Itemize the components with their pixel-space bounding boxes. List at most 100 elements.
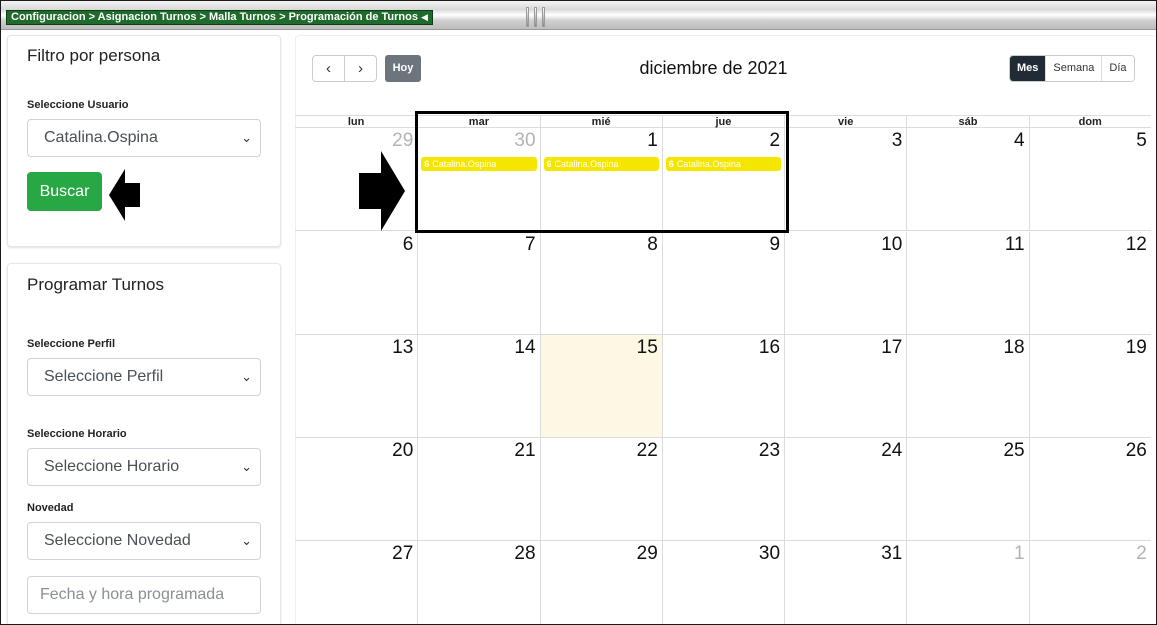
- day-number: 29: [392, 130, 414, 151]
- day-cell[interactable]: 28: [417, 541, 539, 624]
- day-cell[interactable]: 19: [1028, 335, 1151, 438]
- novelty-select-value: Seleccione Novedad: [44, 532, 191, 549]
- profile-select-value: Seleccione Perfil: [44, 368, 164, 385]
- day-cell-today[interactable]: 15: [539, 335, 662, 438]
- day-number: 8: [647, 234, 658, 255]
- top-bar: Configuracion > Asignacion Turnos > Mall…: [1, 1, 1156, 30]
- day-number: 30: [758, 543, 781, 564]
- datetime-input[interactable]: Fecha y hora programada: [27, 576, 261, 614]
- profile-label: Seleccione Perfil: [27, 338, 116, 350]
- chevron-down-icon: ⌄: [241, 130, 252, 145]
- day-cell[interactable]: 26: [1028, 438, 1151, 541]
- view-day-button[interactable]: Día: [1101, 56, 1134, 81]
- day-cell[interactable]: 4: [906, 128, 1029, 231]
- profile-select[interactable]: Seleccione Perfil ⌄: [27, 358, 261, 396]
- day-cell[interactable]: 2: [1028, 541, 1151, 624]
- day-cell[interactable]: 5: [1028, 128, 1151, 231]
- day-number: 28: [514, 543, 536, 564]
- day-number: 24: [881, 440, 903, 461]
- today-button[interactable]: Hoy: [385, 55, 421, 82]
- day-number: 1: [1014, 543, 1025, 564]
- day-number: 15: [636, 337, 658, 358]
- day-cell[interactable]: 20: [295, 438, 418, 541]
- day-number: 16: [758, 337, 781, 358]
- day-cell[interactable]: 31: [784, 541, 906, 624]
- calendar-nav-group: ‹ ›: [312, 55, 377, 82]
- day-cell[interactable]: 30: [661, 541, 784, 624]
- day-cell[interactable]: 7: [417, 232, 540, 335]
- day-cell[interactable]: 1: [906, 541, 1028, 624]
- app-frame: Configuracion > Asignacion Turnos > Mall…: [0, 0, 1157, 625]
- program-card: [7, 263, 281, 624]
- day-number: 25: [1003, 440, 1025, 461]
- user-select[interactable]: Catalina.Ospina ⌄: [27, 119, 261, 157]
- weekday-sab: sáb: [906, 115, 1029, 128]
- highlight-box: [415, 111, 789, 233]
- day-number: 11: [1004, 234, 1025, 255]
- collapse-triangle-icon[interactable]: ◀: [421, 12, 428, 22]
- schedule-select[interactable]: Seleccione Horario ⌄: [27, 448, 261, 486]
- day-number: 29: [636, 543, 658, 564]
- user-select-value: Catalina.Ospina: [44, 129, 158, 146]
- chevron-down-icon: ⌄: [241, 369, 252, 384]
- day-cell[interactable]: 21: [417, 438, 540, 541]
- day-cell[interactable]: 23: [661, 438, 785, 541]
- day-number: 5: [1136, 130, 1147, 151]
- day-number: 14: [514, 337, 536, 358]
- day-number: 12: [1125, 234, 1147, 255]
- search-button[interactable]: Buscar: [27, 172, 102, 211]
- novelty-label: Novedad: [27, 502, 74, 514]
- day-cell[interactable]: 9: [661, 232, 785, 335]
- day-cell[interactable]: 6: [295, 232, 418, 335]
- filter-title: Filtro por persona: [27, 46, 161, 65]
- arrow-right-icon: [359, 151, 405, 231]
- day-number: 22: [636, 440, 658, 461]
- day-cell[interactable]: 11: [906, 232, 1029, 335]
- calendar-week: 13 14 15 16 17 18 19: [295, 335, 1151, 438]
- day-cell[interactable]: 24: [784, 438, 907, 541]
- day-cell[interactable]: 14: [417, 335, 540, 438]
- day-number: 13: [392, 337, 414, 358]
- weekday-dom: dom: [1028, 115, 1151, 128]
- day-number: 17: [881, 337, 903, 358]
- view-month-button[interactable]: Mes: [1010, 56, 1046, 81]
- day-cell[interactable]: 3: [784, 128, 907, 231]
- day-number: 7: [524, 234, 536, 255]
- day-number: 23: [758, 440, 781, 461]
- day-number: 26: [1125, 440, 1147, 461]
- breadcrumb[interactable]: Configuracion > Asignacion Turnos > Mall…: [6, 10, 433, 25]
- view-switcher: Mes Semana Día: [1009, 55, 1135, 82]
- day-cell[interactable]: 27: [295, 541, 417, 624]
- weekday-lun: lun: [295, 115, 418, 128]
- grip-handle-icon[interactable]: [517, 7, 553, 27]
- day-cell[interactable]: 13: [295, 335, 418, 438]
- day-number: 2: [1136, 543, 1147, 564]
- novelty-select[interactable]: Seleccione Novedad ⌄: [27, 522, 261, 560]
- day-number: 9: [769, 234, 781, 255]
- chevron-down-icon: ⌄: [241, 459, 252, 474]
- day-number: 6: [402, 234, 414, 255]
- day-cell[interactable]: 18: [906, 335, 1029, 438]
- day-cell[interactable]: 29: [539, 541, 662, 624]
- day-cell[interactable]: 16: [661, 335, 785, 438]
- user-label: Seleccione Usuario: [27, 99, 129, 111]
- day-number: 27: [392, 543, 414, 564]
- schedule-label: Seleccione Horario: [27, 428, 127, 440]
- day-cell[interactable]: 25: [906, 438, 1029, 541]
- day-number: 10: [881, 234, 903, 255]
- day-cell[interactable]: 10: [784, 232, 907, 335]
- day-cell[interactable]: 22: [539, 438, 662, 541]
- day-cell[interactable]: 17: [784, 335, 907, 438]
- prev-month-button[interactable]: ‹: [313, 56, 344, 81]
- day-number: 31: [881, 543, 903, 564]
- calendar-week: 27 28 29 30 31 1 2: [295, 541, 1151, 624]
- day-cell[interactable]: 8: [539, 232, 662, 335]
- view-week-button[interactable]: Semana: [1045, 56, 1102, 81]
- chevron-down-icon: ⌄: [241, 533, 252, 548]
- calendar-title: diciembre de 2021: [639, 58, 788, 78]
- day-cell[interactable]: 12: [1028, 232, 1151, 335]
- schedule-select-value: Seleccione Horario: [44, 458, 180, 475]
- calendar-week: 20 21 22 23 24 25 26: [295, 438, 1151, 541]
- day-number: 20: [392, 440, 414, 461]
- next-month-button[interactable]: ›: [344, 56, 376, 81]
